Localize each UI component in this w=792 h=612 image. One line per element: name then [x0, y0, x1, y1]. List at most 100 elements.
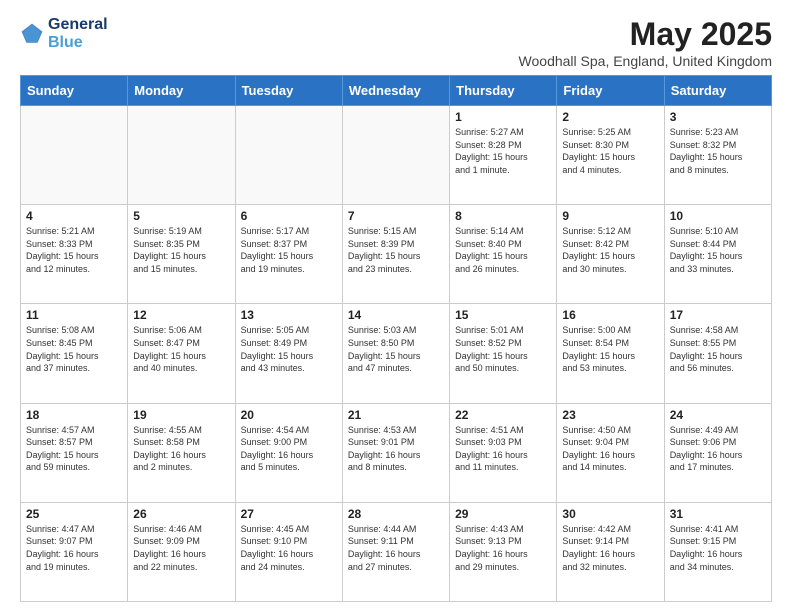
- day-info: Sunrise: 5:01 AM Sunset: 8:52 PM Dayligh…: [455, 324, 551, 374]
- day-number: 1: [455, 110, 551, 124]
- calendar-week-5: 25Sunrise: 4:47 AM Sunset: 9:07 PM Dayli…: [21, 502, 772, 601]
- day-number: 23: [562, 408, 658, 422]
- calendar-week-1: 1 Sunrise: 5:27 AM Sunset: 8:28 PM Daylig…: [21, 106, 772, 205]
- calendar-cell: 3Sunrise: 5:23 AM Sunset: 8:32 PM Daylig…: [664, 106, 771, 205]
- day-info: Sunrise: 4:46 AM Sunset: 9:09 PM Dayligh…: [133, 523, 229, 573]
- calendar-cell: 20 Sunrise: 4:54 AM Sunset: 9:00 PM Dayli…: [235, 403, 342, 502]
- day-info: Sunrise: 4:53 AM Sunset: 9:01 PM Dayligh…: [348, 424, 444, 474]
- day-info: Sunrise: 5:10 AM Sunset: 8:44 PM Dayligh…: [670, 225, 766, 275]
- calendar-cell: 10 Sunrise: 5:10 AM Sunset: 8:44 PM Dayli…: [664, 205, 771, 304]
- calendar-cell: 18Sunrise: 4:57 AM Sunset: 8:57 PM Dayli…: [21, 403, 128, 502]
- day-info: Sunrise: 4:57 AM Sunset: 8:57 PM Dayligh…: [26, 424, 122, 474]
- day-number: 3: [670, 110, 766, 124]
- day-number: 13: [241, 308, 337, 322]
- calendar-cell: 15 Sunrise: 5:01 AM Sunset: 8:52 PM Dayli…: [450, 304, 557, 403]
- day-info: Sunrise: 5:27 AM Sunset: 8:28 PM Dayligh…: [455, 126, 551, 176]
- calendar-cell: 16Sunrise: 5:00 AM Sunset: 8:54 PM Dayli…: [557, 304, 664, 403]
- calendar-cell: 13 Sunrise: 5:05 AM Sunset: 8:49 PM Dayli…: [235, 304, 342, 403]
- day-number: 31: [670, 507, 766, 521]
- header: General Blue May 2025 Woodhall Spa, Engl…: [20, 16, 772, 69]
- day-number: 4: [26, 209, 122, 223]
- calendar-week-2: 4 Sunrise: 5:21 AM Sunset: 8:33 PM Daylig…: [21, 205, 772, 304]
- calendar-cell: [21, 106, 128, 205]
- calendar-cell: 22 Sunrise: 4:51 AM Sunset: 9:03 PM Dayli…: [450, 403, 557, 502]
- day-number: 9: [562, 209, 658, 223]
- calendar-header-saturday: Saturday: [664, 76, 771, 106]
- title-block: May 2025 Woodhall Spa, England, United K…: [519, 16, 772, 69]
- day-info: Sunrise: 4:49 AM Sunset: 9:06 PM Dayligh…: [670, 424, 766, 474]
- day-info: Sunrise: 4:55 AM Sunset: 8:58 PM Dayligh…: [133, 424, 229, 474]
- calendar-cell: 4 Sunrise: 5:21 AM Sunset: 8:33 PM Daylig…: [21, 205, 128, 304]
- calendar-cell: 11 Sunrise: 5:08 AM Sunset: 8:45 PM Dayli…: [21, 304, 128, 403]
- day-number: 30: [562, 507, 658, 521]
- day-number: 5: [133, 209, 229, 223]
- day-info: Sunrise: 4:42 AM Sunset: 9:14 PM Dayligh…: [562, 523, 658, 573]
- day-number: 27: [241, 507, 337, 521]
- day-number: 20: [241, 408, 337, 422]
- day-number: 17: [670, 308, 766, 322]
- day-info: Sunrise: 5:19 AM Sunset: 8:35 PM Dayligh…: [133, 225, 229, 275]
- calendar-cell: [128, 106, 235, 205]
- logo-text: General Blue: [48, 16, 108, 51]
- day-number: 15: [455, 308, 551, 322]
- day-number: 12: [133, 308, 229, 322]
- calendar-cell: 27 Sunrise: 4:45 AM Sunset: 9:10 PM Dayli…: [235, 502, 342, 601]
- calendar-cell: 17Sunrise: 4:58 AM Sunset: 8:55 PM Dayli…: [664, 304, 771, 403]
- calendar-cell: 25Sunrise: 4:47 AM Sunset: 9:07 PM Dayli…: [21, 502, 128, 601]
- day-number: 11: [26, 308, 122, 322]
- day-number: 24: [670, 408, 766, 422]
- page: General Blue May 2025 Woodhall Spa, Engl…: [0, 0, 792, 612]
- calendar-cell: 30 Sunrise: 4:42 AM Sunset: 9:14 PM Dayli…: [557, 502, 664, 601]
- day-info: Sunrise: 5:17 AM Sunset: 8:37 PM Dayligh…: [241, 225, 337, 275]
- calendar-header-row: SundayMondayTuesdayWednesdayThursdayFrid…: [21, 76, 772, 106]
- day-info: Sunrise: 4:51 AM Sunset: 9:03 PM Dayligh…: [455, 424, 551, 474]
- calendar-cell: 14 Sunrise: 5:03 AM Sunset: 8:50 PM Dayli…: [342, 304, 449, 403]
- calendar-cell: 6 Sunrise: 5:17 AM Sunset: 8:37 PM Daylig…: [235, 205, 342, 304]
- calendar-cell: 7Sunrise: 5:15 AM Sunset: 8:39 PM Daylig…: [342, 205, 449, 304]
- day-info: Sunrise: 4:47 AM Sunset: 9:07 PM Dayligh…: [26, 523, 122, 573]
- calendar-cell: 26 Sunrise: 4:46 AM Sunset: 9:09 PM Dayli…: [128, 502, 235, 601]
- calendar-cell: 8Sunrise: 5:14 AM Sunset: 8:40 PM Daylig…: [450, 205, 557, 304]
- day-info: Sunrise: 4:50 AM Sunset: 9:04 PM Dayligh…: [562, 424, 658, 474]
- calendar-header-thursday: Thursday: [450, 76, 557, 106]
- calendar-cell: 28Sunrise: 4:44 AM Sunset: 9:11 PM Dayli…: [342, 502, 449, 601]
- calendar-cell: 12 Sunrise: 5:06 AM Sunset: 8:47 PM Dayli…: [128, 304, 235, 403]
- day-info: Sunrise: 5:21 AM Sunset: 8:33 PM Dayligh…: [26, 225, 122, 275]
- calendar-week-4: 18Sunrise: 4:57 AM Sunset: 8:57 PM Dayli…: [21, 403, 772, 502]
- location: Woodhall Spa, England, United Kingdom: [519, 53, 772, 69]
- day-info: Sunrise: 5:08 AM Sunset: 8:45 PM Dayligh…: [26, 324, 122, 374]
- calendar-cell: 29Sunrise: 4:43 AM Sunset: 9:13 PM Dayli…: [450, 502, 557, 601]
- logo: General Blue: [20, 16, 108, 51]
- day-info: Sunrise: 4:43 AM Sunset: 9:13 PM Dayligh…: [455, 523, 551, 573]
- calendar-cell: 9 Sunrise: 5:12 AM Sunset: 8:42 PM Daylig…: [557, 205, 664, 304]
- calendar-cell: 1 Sunrise: 5:27 AM Sunset: 8:28 PM Daylig…: [450, 106, 557, 205]
- calendar-cell: [342, 106, 449, 205]
- calendar-header-sunday: Sunday: [21, 76, 128, 106]
- day-number: 22: [455, 408, 551, 422]
- day-number: 10: [670, 209, 766, 223]
- day-info: Sunrise: 5:05 AM Sunset: 8:49 PM Dayligh…: [241, 324, 337, 374]
- day-info: Sunrise: 5:15 AM Sunset: 8:39 PM Dayligh…: [348, 225, 444, 275]
- calendar-cell: 2 Sunrise: 5:25 AM Sunset: 8:30 PM Daylig…: [557, 106, 664, 205]
- day-number: 2: [562, 110, 658, 124]
- day-number: 28: [348, 507, 444, 521]
- calendar-table: SundayMondayTuesdayWednesdayThursdayFrid…: [20, 75, 772, 602]
- day-info: Sunrise: 4:41 AM Sunset: 9:15 PM Dayligh…: [670, 523, 766, 573]
- calendar-header-friday: Friday: [557, 76, 664, 106]
- day-info: Sunrise: 4:45 AM Sunset: 9:10 PM Dayligh…: [241, 523, 337, 573]
- day-info: Sunrise: 5:12 AM Sunset: 8:42 PM Dayligh…: [562, 225, 658, 275]
- day-number: 14: [348, 308, 444, 322]
- calendar-cell: 5 Sunrise: 5:19 AM Sunset: 8:35 PM Daylig…: [128, 205, 235, 304]
- day-number: 6: [241, 209, 337, 223]
- calendar-header-tuesday: Tuesday: [235, 76, 342, 106]
- calendar-cell: 19Sunrise: 4:55 AM Sunset: 8:58 PM Dayli…: [128, 403, 235, 502]
- day-info: Sunrise: 4:54 AM Sunset: 9:00 PM Dayligh…: [241, 424, 337, 474]
- calendar-cell: 21Sunrise: 4:53 AM Sunset: 9:01 PM Dayli…: [342, 403, 449, 502]
- day-info: Sunrise: 5:25 AM Sunset: 8:30 PM Dayligh…: [562, 126, 658, 176]
- day-number: 26: [133, 507, 229, 521]
- month-title: May 2025: [519, 16, 772, 53]
- day-info: Sunrise: 5:03 AM Sunset: 8:50 PM Dayligh…: [348, 324, 444, 374]
- day-info: Sunrise: 5:06 AM Sunset: 8:47 PM Dayligh…: [133, 324, 229, 374]
- calendar-header-wednesday: Wednesday: [342, 76, 449, 106]
- day-info: Sunrise: 5:00 AM Sunset: 8:54 PM Dayligh…: [562, 324, 658, 374]
